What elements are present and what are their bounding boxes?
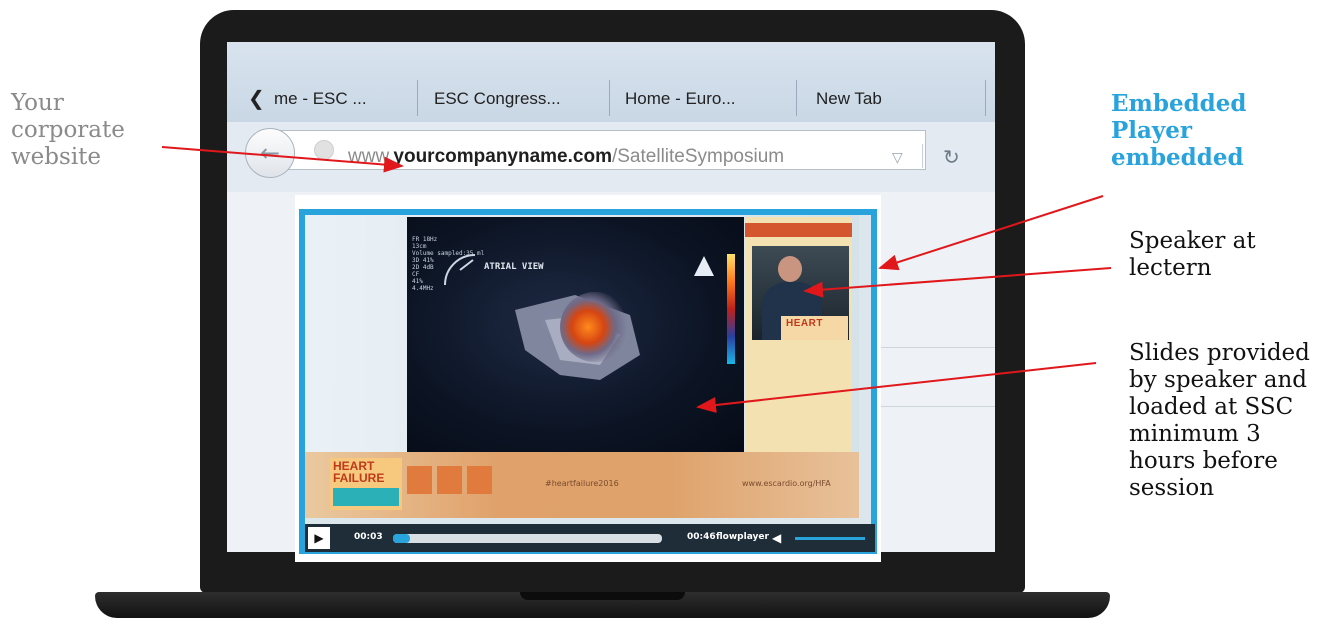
annotation-arrows	[161, 146, 1112, 413]
arrow-to-slides	[696, 362, 1097, 413]
arrow-to-player	[878, 195, 1104, 271]
arrow-to-speaker	[803, 267, 1112, 298]
arrow-to-url	[161, 146, 404, 173]
